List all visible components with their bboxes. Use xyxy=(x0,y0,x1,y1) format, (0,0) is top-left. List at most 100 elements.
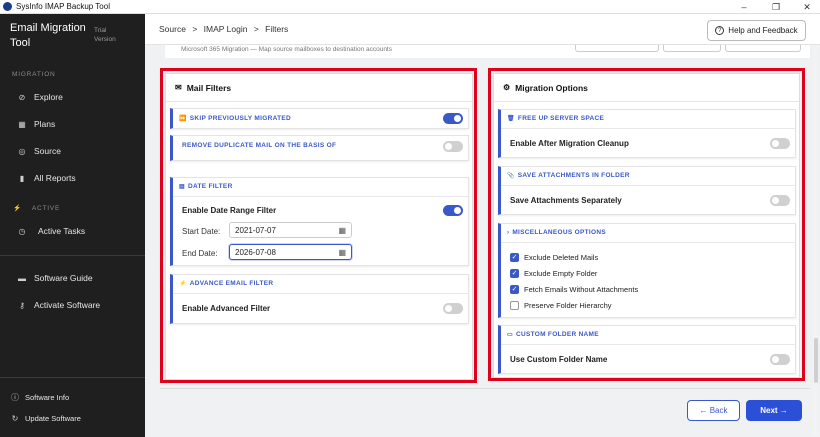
mapping-subtitle: Microsoft 365 Migration — Map source mai… xyxy=(181,46,392,53)
remove-duplicate-card: REMOVE DUPLICATE MAIL ON THE BASIS OF xyxy=(170,135,469,161)
checkbox-label: Exclude Deleted Mails xyxy=(524,252,599,262)
close-button[interactable]: ✕ xyxy=(792,0,820,14)
calendar-icon: ▤ xyxy=(179,184,185,190)
section-active-label: ACTIVE xyxy=(31,205,61,212)
custom-folder-label: CUSTOM FOLDER NAME xyxy=(515,331,599,338)
brand-title: Email Migration Tool xyxy=(10,22,86,49)
mail-filters-title: Mail Filters xyxy=(186,82,232,93)
skip-migrated-heading: ⏩ SKIP PREVIOUSLY MIGRATED xyxy=(179,109,291,128)
toggle-knob xyxy=(445,143,452,150)
card-divider xyxy=(501,344,795,345)
next-button[interactable]: Next → xyxy=(746,400,802,421)
checkbox-checked[interactable]: ✓ xyxy=(510,268,519,278)
card-divider xyxy=(173,293,468,294)
free-up-label: FREE UP SERVER SPACE xyxy=(517,115,605,122)
remove-duplicate-toggle[interactable] xyxy=(443,141,463,152)
remove-duplicate-heading: REMOVE DUPLICATE MAIL ON THE BASIS OF xyxy=(182,136,336,154)
toggle-knob xyxy=(772,356,779,363)
clock-icon: ◷ xyxy=(18,226,26,236)
book-icon: ▬ xyxy=(18,273,26,283)
checkbox-label: Exclude Empty Folder xyxy=(524,268,598,278)
minimize-button[interactable]: – xyxy=(729,0,759,14)
subheader-button[interactable] xyxy=(575,45,659,52)
free-up-heading: 🗑 FREE UP SERVER SPACE xyxy=(507,110,604,127)
save-attachments-heading: 📎 SAVE ATTACHMENTS IN FOLDER xyxy=(507,167,630,184)
mail-filters-header: ✉ Mail Filters xyxy=(166,74,472,102)
skip-migrated-label: SKIP PREVIOUSLY MIGRATED xyxy=(189,115,292,122)
end-date-value: 2026-07-08 xyxy=(235,247,276,257)
help-feedback-button[interactable]: ? Help and Feedback xyxy=(707,20,806,41)
breadcrumb-source[interactable]: Source xyxy=(159,24,186,34)
cleanup-toggle[interactable] xyxy=(770,138,790,149)
migration-options-panel: ⚙ Migration Options 🗑 FREE UP SERVER SPA… xyxy=(493,73,800,378)
date-filter-card: ▤ DATE FILTER Enable Date Range Filter S… xyxy=(170,177,469,266)
gear-icon: ⚙ xyxy=(503,83,511,92)
target-icon: ◎ xyxy=(18,146,26,156)
sidebar-item-all-reports[interactable]: ▮ All Reports xyxy=(0,168,145,188)
sidebar-item-explore[interactable]: ⊘ Explore xyxy=(0,87,145,107)
bolt-icon: ⚡ xyxy=(13,205,22,212)
maximize-button[interactable]: ❐ xyxy=(761,0,791,14)
sidebar-item-label: Explore xyxy=(34,92,63,102)
sidebar-item-software-info[interactable]: ⓘ Software Info xyxy=(0,387,145,407)
checkbox-unchecked[interactable] xyxy=(510,300,519,310)
sidebar-item-label: Active Tasks xyxy=(38,226,86,236)
end-date-input[interactable]: 2026-07-08 ▦ xyxy=(229,244,352,260)
back-button[interactable]: ← Back xyxy=(687,400,740,421)
trial-badge: Trial Version xyxy=(94,26,122,44)
checkbox-label: Fetch Emails Without Attachments xyxy=(524,284,639,294)
chevron-right-icon: › xyxy=(507,229,510,236)
sidebar-item-activate-software[interactable]: ⚷ Activate Software xyxy=(0,295,145,315)
sidebar-divider xyxy=(0,255,145,256)
scrollbar-thumb[interactable] xyxy=(814,338,818,383)
date-filter-label: DATE FILTER xyxy=(187,183,233,190)
toggle-knob xyxy=(454,207,461,214)
help-feedback-label: Help and Feedback xyxy=(728,26,798,35)
sidebar: Email Migration Tool Trial Version MIGRA… xyxy=(0,14,145,437)
grid-icon: ▦ xyxy=(18,119,26,129)
sidebar-item-plans[interactable]: ▦ Plans xyxy=(0,114,145,134)
calendar-icon[interactable]: ▦ xyxy=(338,226,346,235)
end-date-label: End Date: xyxy=(182,249,218,258)
subheader-button[interactable] xyxy=(725,45,801,52)
sidebar-item-label: Software Guide xyxy=(34,273,93,283)
save-attachments-toggle[interactable] xyxy=(770,195,790,206)
sidebar-divider xyxy=(0,377,145,378)
start-date-value: 2021-07-07 xyxy=(235,225,276,235)
advanced-filter-toggle[interactable] xyxy=(443,303,463,314)
fetch-without-attachments-checkbox-row[interactable]: ✓ Fetch Emails Without Attachments xyxy=(510,283,638,295)
date-range-label: Enable Date Range Filter xyxy=(182,206,277,215)
fast-forward-icon: ⏩ xyxy=(179,116,187,122)
sidebar-item-label: Activate Software xyxy=(34,300,101,310)
calendar-icon[interactable]: ▦ xyxy=(338,248,346,257)
exclude-empty-checkbox-row[interactable]: ✓ Exclude Empty Folder xyxy=(510,267,597,279)
sidebar-item-label: Software Info xyxy=(25,392,70,402)
app-logo-icon xyxy=(3,2,12,11)
custom-folder-toggle[interactable] xyxy=(770,354,790,365)
toggle-knob xyxy=(772,140,779,147)
header-bar: Source > IMAP Login > Filters ? Help and… xyxy=(145,14,820,45)
sidebar-item-label: All Reports xyxy=(34,173,76,183)
sidebar-item-software-guide[interactable]: ▬ Software Guide xyxy=(0,268,145,288)
toggle-knob xyxy=(445,305,452,312)
checkbox-checked[interactable]: ✓ xyxy=(510,284,519,294)
start-date-input[interactable]: 2021-07-07 ▦ xyxy=(229,222,352,238)
folder-icon: ▭ xyxy=(507,332,513,338)
skip-migrated-card: ⏩ SKIP PREVIOUSLY MIGRATED xyxy=(170,108,469,129)
custom-folder-card: ▭ CUSTOM FOLDER NAME Use Custom Folder N… xyxy=(498,325,796,374)
breadcrumb-separator: > xyxy=(253,24,259,34)
subheader-button[interactable] xyxy=(663,45,721,52)
misc-options-label: MISCELLANEOUS OPTIONS xyxy=(512,229,607,236)
sidebar-item-active-tasks[interactable]: ◷ Active Tasks xyxy=(0,221,145,241)
misc-options-heading: › MISCELLANEOUS OPTIONS xyxy=(507,224,606,241)
exclude-deleted-checkbox-row[interactable]: ✓ Exclude Deleted Mails xyxy=(510,251,598,263)
checkbox-checked[interactable]: ✓ xyxy=(510,252,519,262)
sidebar-item-update-software[interactable]: ↻ Update Software xyxy=(0,408,145,428)
preserve-hierarchy-checkbox-row[interactable]: Preserve Folder Hierarchy xyxy=(510,299,612,311)
skip-migrated-toggle[interactable] xyxy=(443,113,463,124)
sidebar-item-source[interactable]: ◎ Source xyxy=(0,141,145,161)
breadcrumb-imap-login[interactable]: IMAP Login xyxy=(204,24,248,34)
checkbox-label: Preserve Folder Hierarchy xyxy=(524,300,612,310)
date-range-toggle[interactable] xyxy=(443,205,463,216)
advance-filter-heading: ⚡ ADVANCE EMAIL FILTER xyxy=(179,275,273,292)
